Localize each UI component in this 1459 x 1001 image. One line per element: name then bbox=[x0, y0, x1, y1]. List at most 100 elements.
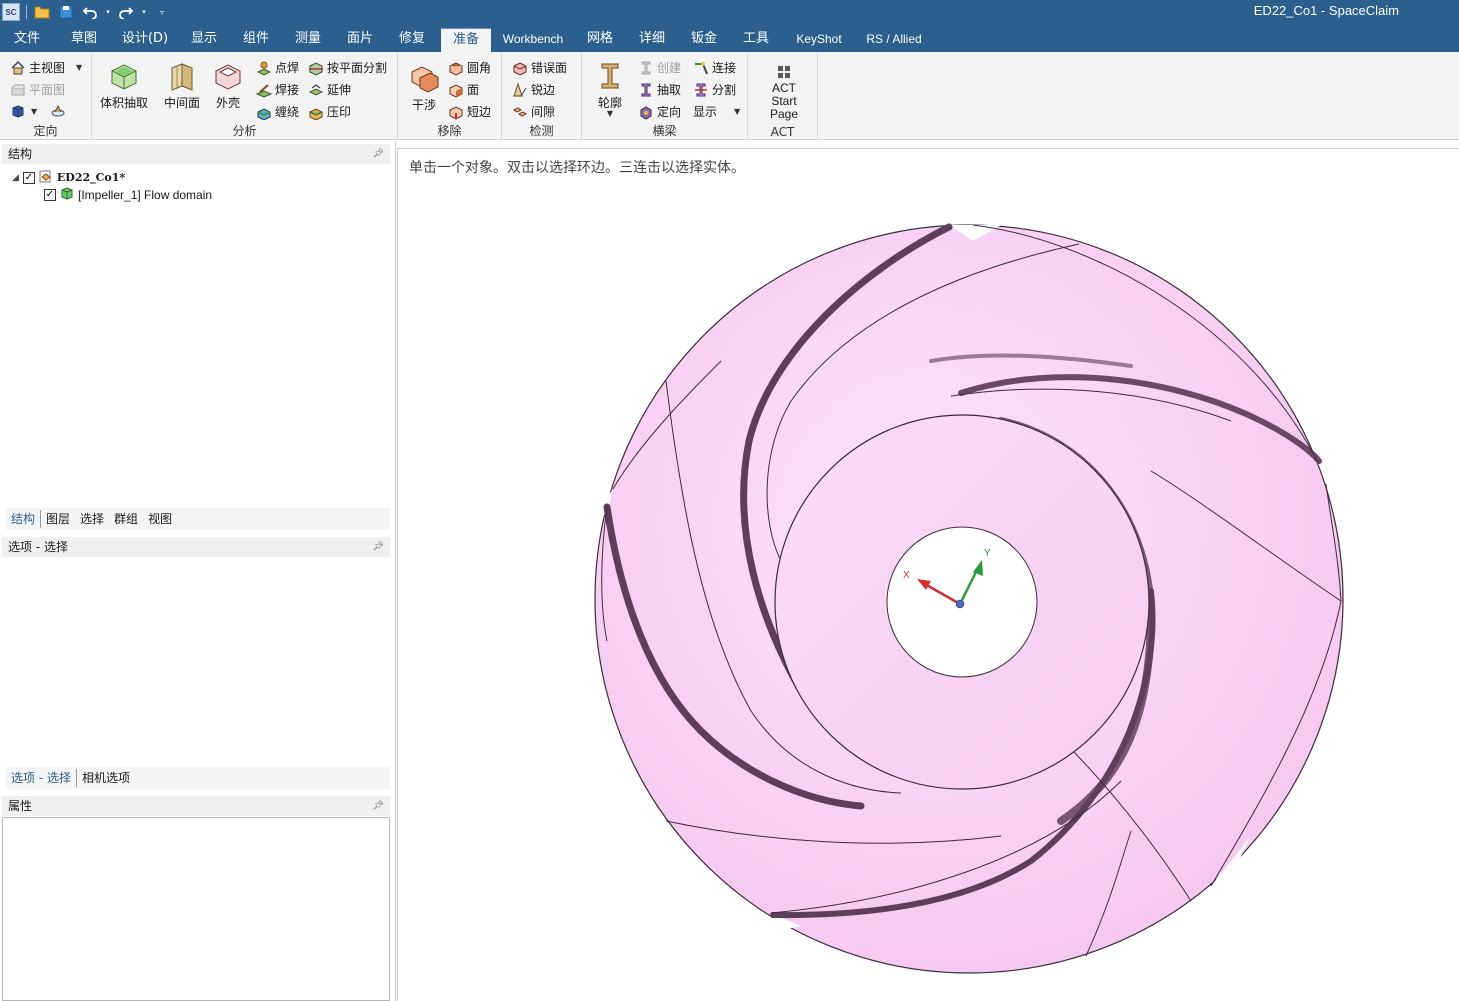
tab-camera-options[interactable]: 相机选项 bbox=[77, 769, 135, 787]
imprint-button[interactable]: 压印 bbox=[308, 103, 351, 121]
pin-icon[interactable]: 📌︎ bbox=[373, 537, 384, 557]
chevron-down-icon: ▼ bbox=[76, 63, 83, 72]
save-icon[interactable] bbox=[57, 3, 75, 21]
tab-views[interactable]: 视图 bbox=[143, 510, 177, 528]
tab-rs-allied[interactable]: RS / Allied bbox=[862, 28, 926, 52]
chevron-down-icon: ▼ bbox=[31, 106, 38, 116]
tab-file[interactable]: 文件 bbox=[6, 28, 48, 52]
group-beam: 轮廓 ▼ 创建 抽取 定向 连接 分割 显示 ▼ 横梁 bbox=[582, 52, 748, 140]
redo-icon[interactable] bbox=[117, 3, 135, 21]
tab-options-select[interactable]: 选项 - 选择 bbox=[6, 769, 77, 787]
tab-structure[interactable]: 结构 bbox=[6, 510, 42, 528]
tab-display[interactable]: 显示 bbox=[184, 28, 224, 52]
y-axis-label: Y bbox=[984, 548, 991, 559]
volume-extract-button[interactable]: 体积抽取 bbox=[100, 60, 148, 111]
structure-panel-header: 结构 📌︎ bbox=[2, 144, 390, 164]
sharp-edge-button[interactable]: 锐边 bbox=[512, 81, 555, 98]
display-beam-button[interactable]: 显示 ▼ bbox=[693, 103, 740, 120]
misaligned-face-button[interactable]: 错误面 bbox=[512, 59, 567, 76]
chevron-down-icon: ▼ bbox=[734, 107, 741, 116]
tab-workbench[interactable]: Workbench bbox=[500, 28, 566, 52]
imprint-icon bbox=[308, 104, 324, 121]
face-button[interactable]: 面 bbox=[448, 81, 479, 98]
tree-child-row[interactable]: ✓ [Impeller_1] Flow domain bbox=[44, 186, 212, 203]
wrap-button[interactable]: 缠绕 bbox=[256, 103, 299, 121]
round-button[interactable]: 圆角 bbox=[448, 59, 491, 76]
orient-beam-button[interactable]: 定向 bbox=[638, 103, 681, 120]
spot-weld-icon bbox=[256, 60, 272, 76]
redo-dropdown-icon[interactable]: ▾ bbox=[141, 3, 147, 21]
tab-measure[interactable]: 测量 bbox=[288, 28, 328, 52]
tree-root-row[interactable]: ◢ ✓ ED22_Co1* bbox=[12, 169, 125, 186]
options-tabstrip: 选项 - 选择 相机选项 bbox=[6, 767, 390, 789]
connect-beam-icon bbox=[693, 60, 709, 76]
visibility-checkbox[interactable]: ✓ bbox=[44, 188, 56, 201]
menu-bar: 文件 草图 设计(D) 显示 组件 测量 面片 修复 准备 Workbench … bbox=[0, 28, 1459, 52]
profile-button[interactable]: 轮廓 ▼ bbox=[594, 60, 626, 118]
split-plane-icon bbox=[308, 60, 324, 76]
customize-icon[interactable]: ▿ bbox=[153, 3, 171, 21]
tab-assembly[interactable]: 组件 bbox=[236, 28, 276, 52]
group-orient: 主视图 ▼ 平面图 ▼ 定向 bbox=[0, 52, 92, 140]
window-title: ED22_Co1 - SpaceClaim bbox=[1253, 3, 1399, 18]
connect-beam-button[interactable]: 连接 bbox=[693, 59, 736, 76]
app-logo[interactable]: SC bbox=[2, 3, 20, 21]
extract-beam-button[interactable]: 抽取 bbox=[638, 81, 681, 98]
short-edge-button[interactable]: 短边 bbox=[448, 103, 491, 120]
x-axis-label: X bbox=[903, 570, 910, 581]
tab-keyshot[interactable]: KeyShot bbox=[792, 28, 846, 52]
create-beam-button[interactable]: 创建 bbox=[638, 59, 681, 76]
visibility-checkbox[interactable]: ✓ bbox=[22, 171, 35, 184]
tab-mesh[interactable]: 网格 bbox=[580, 28, 620, 52]
spot-weld-button[interactable]: 点焊 bbox=[256, 59, 299, 76]
qat-separator bbox=[26, 5, 27, 19]
interference-button[interactable]: 干涉 bbox=[408, 62, 440, 113]
split-beam-icon bbox=[693, 82, 709, 98]
group-detect: 错误面 锐边 间隙 检测 bbox=[502, 52, 582, 140]
properties-panel-header: 属性 📌︎ bbox=[2, 796, 390, 816]
impeller-model[interactable]: X Y bbox=[398, 149, 1459, 1001]
tab-repair[interactable]: 修复 bbox=[392, 28, 432, 52]
shell-button[interactable]: 外壳 bbox=[212, 60, 244, 111]
pin-icon[interactable]: 📌︎ bbox=[373, 144, 384, 164]
tab-tools[interactable]: 工具 bbox=[736, 28, 776, 52]
orient-tool-button[interactable] bbox=[50, 103, 66, 119]
gap-button[interactable]: 间隙 bbox=[512, 103, 555, 120]
tab-layers[interactable]: 图层 bbox=[41, 510, 75, 528]
split-beam-button[interactable]: 分割 bbox=[693, 81, 736, 98]
home-view-button[interactable]: 主视图 ▼ bbox=[10, 59, 82, 76]
undo-dropdown-icon[interactable]: ▾ bbox=[105, 3, 111, 21]
pin-icon[interactable]: 📌︎ bbox=[373, 796, 384, 816]
act-start-page-button[interactable]: ACT Start Page bbox=[758, 64, 810, 121]
group-orient-label: 定向 bbox=[33, 124, 58, 138]
options-panel-header: 选项 - 选择 📌︎ bbox=[2, 537, 390, 557]
gap-icon bbox=[512, 104, 528, 120]
group-act-label: ACT bbox=[770, 125, 795, 139]
midsurface-button[interactable]: 中间面 bbox=[164, 60, 200, 111]
plan-view-button[interactable]: 平面图 bbox=[10, 81, 65, 98]
group-remove-label: 移除 bbox=[437, 124, 462, 138]
tab-selection[interactable]: 选择 bbox=[75, 510, 109, 528]
face-icon bbox=[448, 82, 464, 98]
expand-triangle-icon[interactable]: ◢ bbox=[12, 173, 19, 183]
split-by-plane-button[interactable]: 按平面分割 bbox=[308, 59, 387, 76]
ribbon: 主视图 ▼ 平面图 ▼ 定向 体积抽取 中间面 外壳 点焊 焊接 缠绕 按平面分… bbox=[0, 52, 1459, 140]
extend-button[interactable]: 延伸 bbox=[308, 81, 351, 98]
tab-sketch[interactable]: 草图 bbox=[62, 28, 106, 52]
weld-button[interactable]: 焊接 bbox=[255, 81, 299, 98]
midsurface-icon bbox=[166, 60, 198, 92]
tab-groups[interactable]: 群组 bbox=[109, 510, 143, 528]
properties-grid[interactable] bbox=[2, 817, 390, 1001]
tab-prepare[interactable]: 准备 bbox=[441, 28, 491, 52]
design-viewport[interactable]: 单击一个对象。双击以选择环边。三连击以选择实体。 X Y bbox=[397, 148, 1459, 1001]
tab-design[interactable]: 设计(D) bbox=[116, 28, 174, 52]
tab-detail[interactable]: 详细 bbox=[632, 28, 672, 52]
tab-facets[interactable]: 面片 bbox=[340, 28, 380, 52]
open-folder-icon[interactable] bbox=[33, 3, 51, 21]
tab-sheet-metal[interactable]: 钣金 bbox=[684, 28, 724, 52]
snap-view-icon bbox=[50, 103, 66, 119]
quick-access-toolbar: SC ▾ ▾ ▿ bbox=[2, 2, 171, 22]
view-cube-button[interactable]: ▼ bbox=[10, 103, 37, 119]
undo-icon[interactable] bbox=[81, 3, 99, 21]
extend-icon bbox=[308, 82, 324, 98]
